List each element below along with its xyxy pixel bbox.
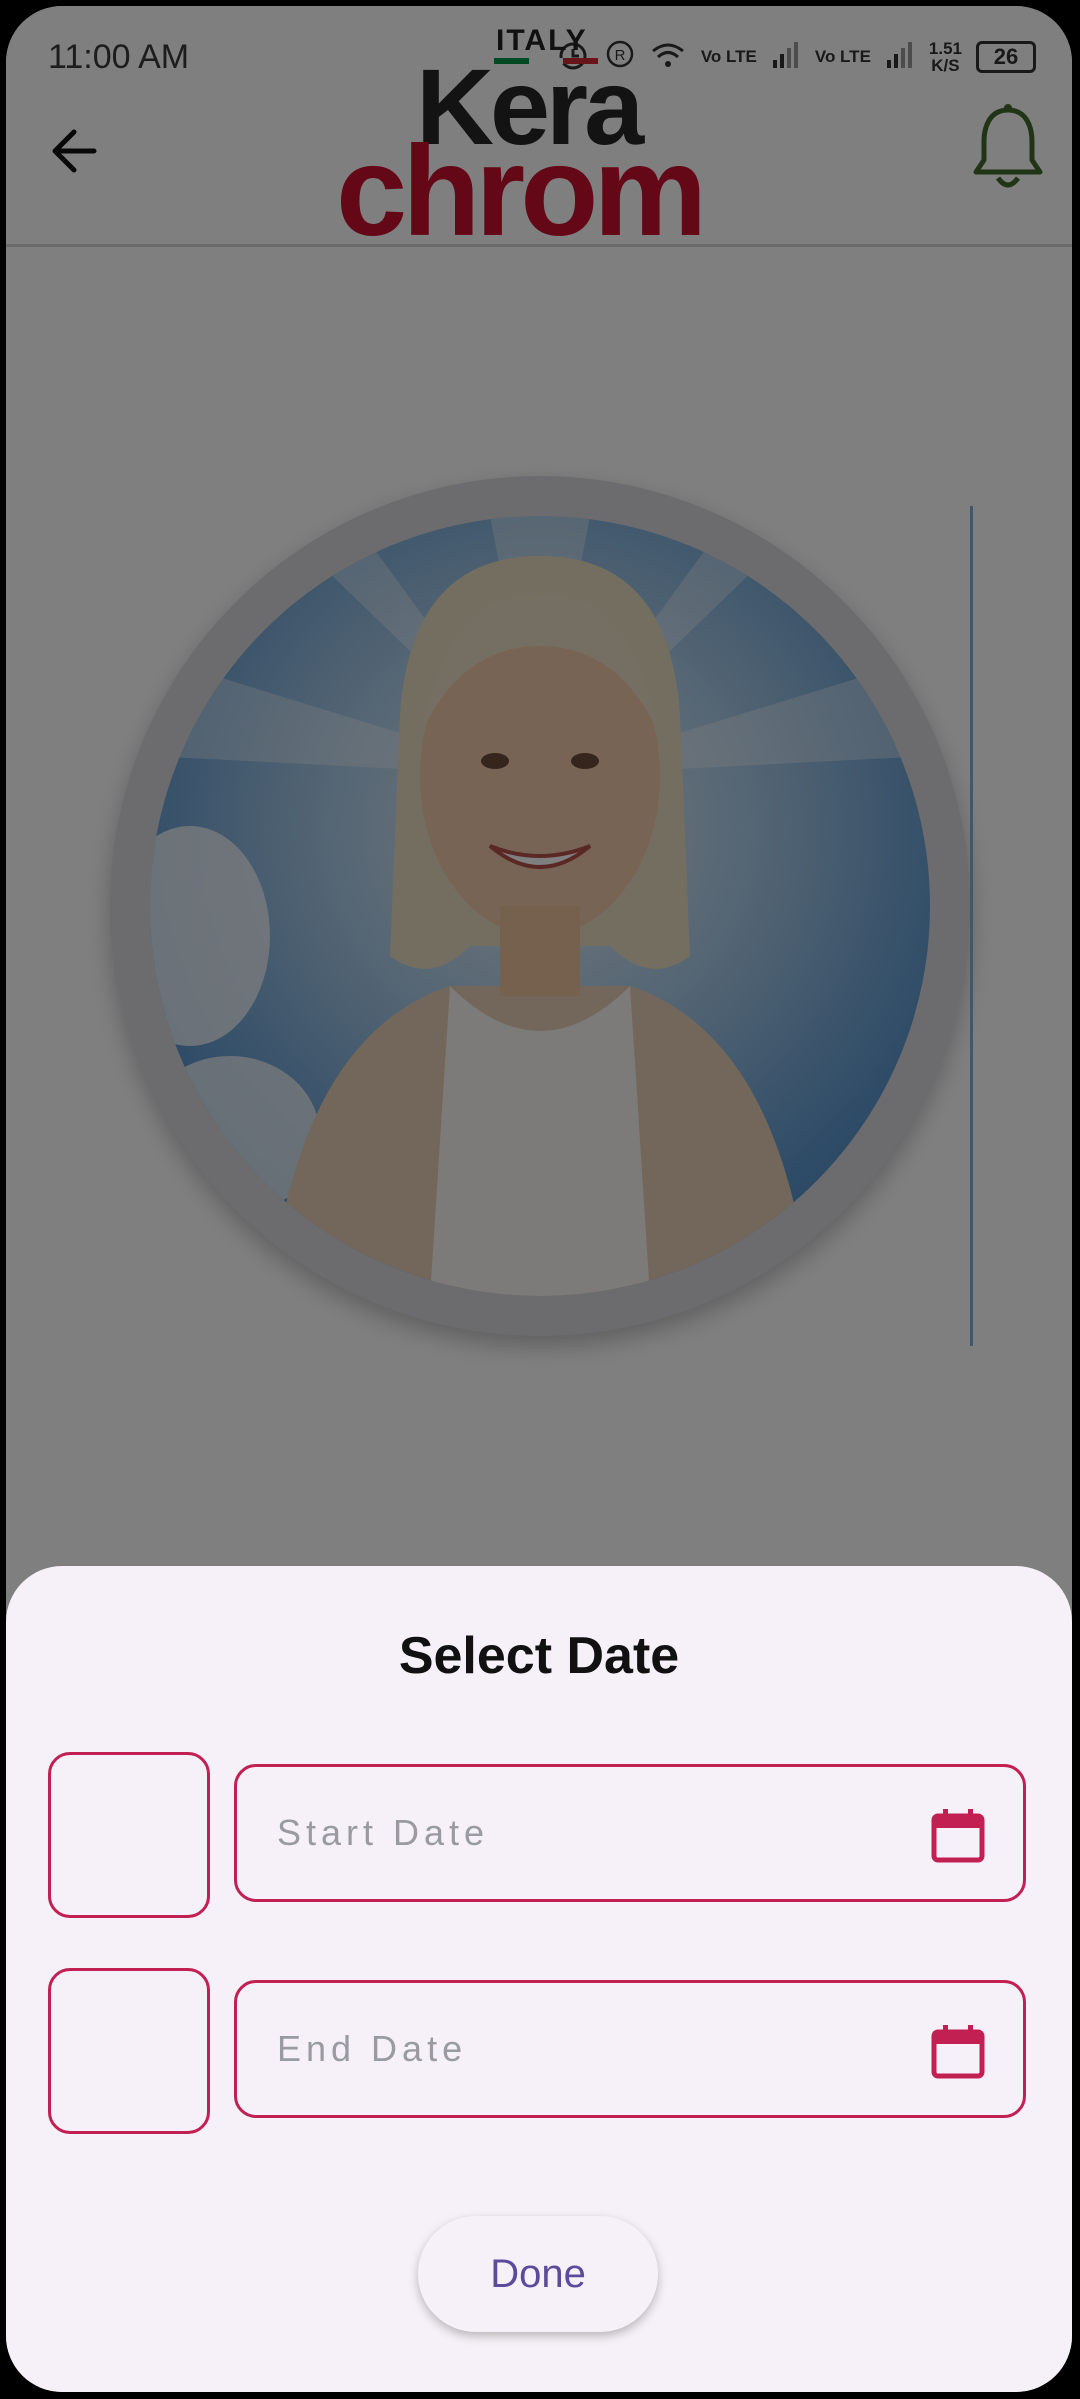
date-picker-sheet: Select Date Start Date End Date Done [6,1566,1072,2392]
phone-screen: 11:00 AM R Vo LTE Vo LTE 1.51 K/S [6,6,1072,2392]
start-date-field[interactable]: Start Date [234,1764,1026,1902]
calendar-icon[interactable] [931,2023,985,2079]
end-date-placeholder: End Date [277,2028,468,2069]
end-checkbox-box[interactable] [48,1968,210,2134]
start-checkbox-box[interactable] [48,1752,210,1918]
start-date-placeholder: Start Date [277,1812,490,1853]
sheet-title: Select Date [398,1627,680,1685]
calendar-icon[interactable] [931,1807,985,1863]
end-date-field[interactable]: End Date [234,1980,1026,2118]
done-button[interactable]: Done [418,2216,658,2332]
